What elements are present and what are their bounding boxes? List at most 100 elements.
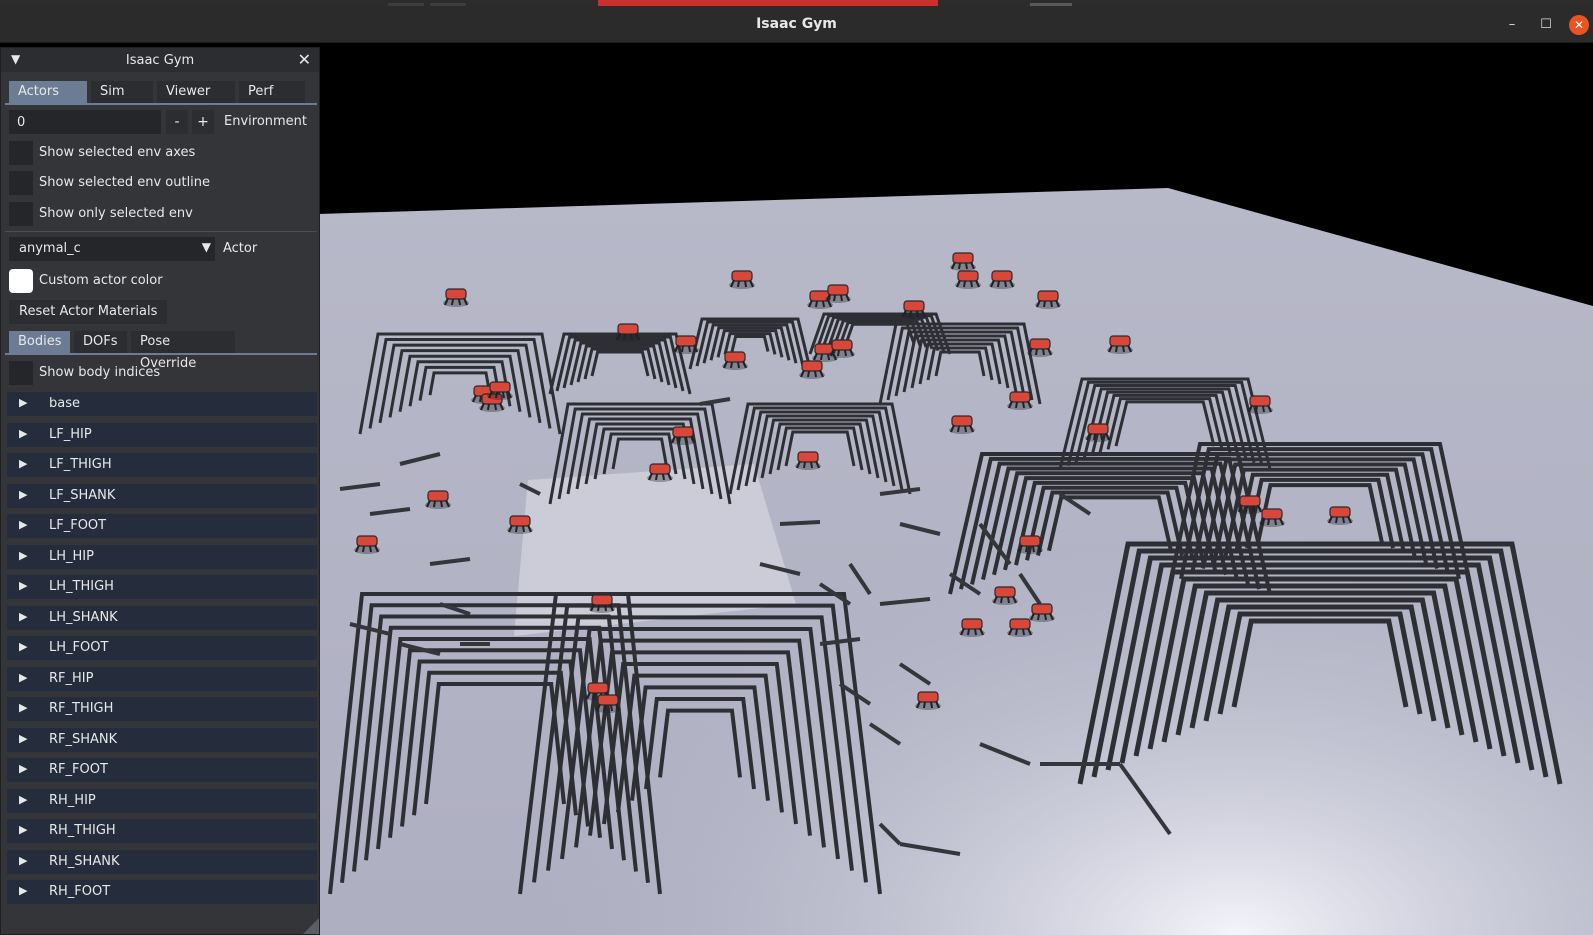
body-tree-item[interactable]: ▶ RF_HIP: [7, 666, 317, 691]
custom-actor-color-swatch[interactable]: [9, 269, 33, 293]
body-name-label: RH_FOOT: [49, 884, 111, 899]
robot-leg: [916, 310, 919, 318]
tab-sim[interactable]: Sim: [91, 81, 153, 103]
expand-arrow-icon[interactable]: ▶: [19, 854, 27, 867]
expand-arrow-icon[interactable]: ▶: [19, 701, 27, 714]
robot-leg: [1042, 348, 1045, 356]
panel-title: Isaac Gym: [125, 53, 195, 68]
expand-arrow-icon[interactable]: ▶: [19, 396, 27, 409]
body-tree-item[interactable]: ▶ RH_FOOT: [7, 880, 317, 904]
body-tree-item[interactable]: ▶ RH_HIP: [7, 788, 317, 813]
chevron-down-icon[interactable]: ▼: [202, 240, 211, 254]
environment-label: Environment: [224, 114, 308, 129]
body-name-label: LH_SHANK: [49, 609, 118, 625]
robot-leg: [479, 395, 482, 403]
body-tree-item[interactable]: ▶ RH_SHANK: [7, 849, 317, 874]
env-increment-button[interactable]: +: [192, 110, 214, 134]
show-only-env-label: Show only selected env: [39, 206, 193, 221]
robot-actor: [1247, 395, 1273, 414]
tab-pose-override[interactable]: Pose Override: [131, 331, 235, 371]
reset-actor-materials-button[interactable]: Reset Actor Materials: [9, 300, 168, 324]
expand-arrow-icon[interactable]: ▶: [19, 579, 27, 592]
expand-arrow-icon[interactable]: ▶: [19, 793, 27, 806]
actor-select[interactable]: anymal_c ▼: [9, 237, 215, 261]
show-body-indices-checkbox[interactable]: [9, 361, 33, 385]
body-tree-item[interactable]: ▶ RF_SHANK: [7, 727, 317, 752]
show-only-env-checkbox[interactable]: [9, 202, 33, 226]
robot-leg: [1252, 505, 1255, 513]
tab-bodies[interactable]: Bodies: [9, 331, 70, 353]
expand-arrow-icon[interactable]: ▶: [19, 549, 27, 562]
close-icon[interactable]: ✕: [298, 50, 311, 69]
tab-dofs[interactable]: DOFs: [74, 331, 127, 353]
robot-leg: [1245, 505, 1248, 513]
expand-arrow-icon[interactable]: ▶: [19, 610, 27, 623]
robot-body: [1109, 335, 1131, 347]
expand-arrow-icon[interactable]: ▶: [19, 488, 27, 501]
expand-arrow-icon[interactable]: ▶: [19, 427, 27, 440]
close-window-button[interactable]: ✕: [1569, 15, 1589, 35]
show-env-outline-checkbox[interactable]: [9, 171, 33, 195]
robot-actor: [989, 270, 1015, 289]
environment-input[interactable]: [9, 110, 161, 134]
body-tree-item[interactable]: ▶ LF_THIGH: [7, 453, 317, 477]
robot-leg: [963, 280, 966, 288]
env-decrement-button[interactable]: -: [166, 110, 188, 134]
robot-leg: [827, 353, 830, 361]
robot-body: [591, 594, 613, 606]
expand-arrow-icon[interactable]: ▶: [19, 671, 27, 684]
expand-arrow-icon[interactable]: ▶: [19, 518, 27, 531]
minimize-button[interactable]: –: [1502, 15, 1522, 35]
expand-arrow-icon[interactable]: ▶: [19, 762, 27, 775]
robot-actor: [1017, 535, 1043, 554]
robot-leg: [737, 361, 740, 369]
body-tree-item[interactable]: ▶ LH_SHANK: [7, 605, 317, 630]
expand-arrow-icon[interactable]: ▶: [19, 640, 27, 653]
robot-leg: [970, 280, 973, 288]
body-tree-item[interactable]: ▶ RF_FOOT: [7, 758, 317, 782]
robot-actor: [950, 252, 976, 271]
robot-body: [724, 351, 746, 363]
robot-body: [961, 618, 983, 630]
body-name-label: LH_HIP: [49, 548, 94, 564]
robot-leg: [1004, 280, 1007, 288]
expand-arrow-icon[interactable]: ▶: [19, 884, 27, 897]
robot-body: [991, 270, 1013, 282]
robot-leg: [433, 500, 436, 508]
body-name-label: base: [49, 396, 80, 411]
body-tree-item[interactable]: ▶ LF_SHANK: [7, 483, 317, 508]
robot-body: [489, 381, 511, 393]
body-tree-item[interactable]: ▶ LF_FOOT: [7, 514, 317, 538]
robot-body: [617, 323, 639, 335]
robot-actor: [729, 270, 755, 289]
robot-body: [1239, 495, 1261, 507]
robot-actor: [615, 323, 641, 342]
tab-perf[interactable]: Perf: [239, 81, 305, 103]
robot-leg: [930, 701, 933, 709]
robot-leg: [662, 473, 665, 481]
tab-viewer[interactable]: Viewer: [157, 81, 235, 103]
robot-body: [649, 463, 671, 475]
body-tree-item[interactable]: ▶ RH_THIGH: [7, 819, 317, 843]
body-name-label: RF_SHANK: [49, 731, 118, 747]
body-tree-item[interactable]: ▶ LH_THIGH: [7, 575, 317, 599]
expand-arrow-icon[interactable]: ▶: [19, 457, 27, 470]
robot-actor: [825, 284, 851, 303]
expand-arrow-icon[interactable]: ▶: [19, 823, 27, 836]
maximize-button[interactable]: ☐: [1536, 15, 1556, 35]
expand-arrow-icon[interactable]: ▶: [19, 732, 27, 745]
show-env-axes-checkbox[interactable]: [9, 141, 33, 165]
body-tree-item[interactable]: ▶ LF_HIP: [7, 422, 317, 447]
body-tree-item[interactable]: ▶ RF_THIGH: [7, 697, 317, 721]
robot-leg: [681, 345, 684, 353]
robot-actor: [1327, 506, 1353, 525]
robot-actor: [487, 381, 513, 400]
resize-grip[interactable]: [303, 918, 319, 934]
robot-leg: [1115, 345, 1118, 353]
body-tree-item[interactable]: ▶ LH_HIP: [7, 544, 317, 569]
tab-actors[interactable]: Actors: [9, 81, 87, 103]
body-tree-item[interactable]: ▶ LH_FOOT: [7, 636, 317, 660]
robot-leg: [623, 333, 626, 341]
body-tree-item[interactable]: ▶ base: [7, 392, 317, 416]
panel-header[interactable]: ▼ Isaac Gym ✕: [1, 48, 319, 72]
